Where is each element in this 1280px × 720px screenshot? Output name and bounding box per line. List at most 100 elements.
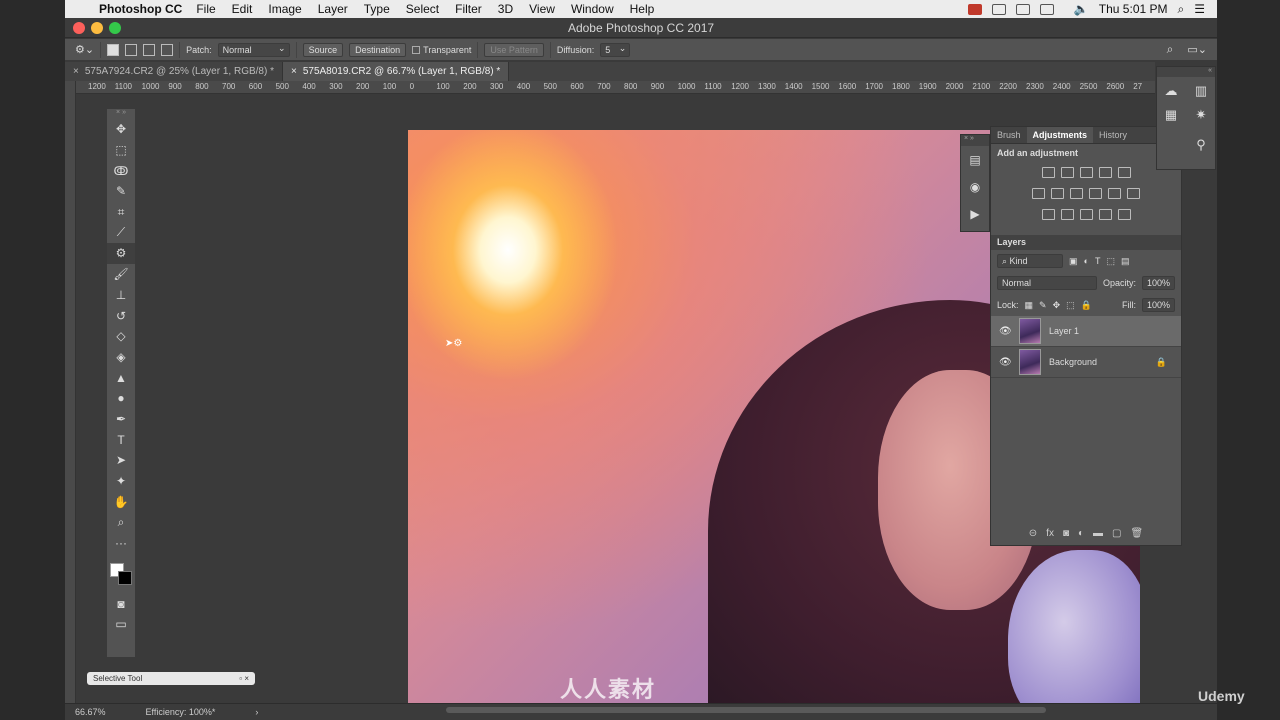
new-selection-icon[interactable] (107, 43, 120, 56)
screen-mode-icon[interactable]: ▭ (107, 614, 135, 635)
opacity-field[interactable]: 100% (1141, 276, 1175, 290)
clone-stamp-tool-icon[interactable]: ⊥ (107, 285, 135, 306)
selective-tool-bubble[interactable]: Selective Tool ▫ × (87, 672, 255, 685)
libraries-icon[interactable]: ☁ (1161, 81, 1181, 101)
tab-document-2[interactable]: × 575A8019.CR2 @ 66.7% (Layer 1, RGB/8) * (282, 62, 510, 81)
patch-tool-preset-icon[interactable]: ⚙⌄ (75, 43, 94, 56)
patch-mode-select[interactable]: Normal (217, 42, 290, 57)
intersect-selection-icon[interactable] (161, 43, 174, 56)
black-white-icon[interactable] (1070, 188, 1083, 199)
selective-color-icon[interactable] (1098, 209, 1112, 220)
filter-shape-icon[interactable]: ⬚ (1106, 256, 1115, 267)
filter-smart-object-icon[interactable]: ▤ (1121, 256, 1130, 267)
paint-bucket-tool-icon[interactable]: ◈ (107, 347, 135, 368)
volume-icon[interactable]: 🔈 (1074, 2, 1089, 16)
destination-button[interactable]: Destination (349, 42, 407, 57)
quick-selection-tool-icon[interactable]: ✎ (107, 181, 135, 202)
filter-adjustment-icon[interactable]: ◐ (1084, 256, 1089, 266)
crop-tool-icon[interactable]: ⌗ (107, 202, 135, 223)
status-app-icon[interactable] (967, 3, 982, 15)
color-balance-icon[interactable] (1051, 188, 1064, 199)
screen-icon[interactable] (1015, 3, 1030, 15)
minimize-window-button[interactable] (91, 22, 103, 34)
gradient-map-icon[interactable] (1117, 209, 1131, 220)
zoom-tool-icon[interactable]: ⌕ (107, 512, 135, 533)
close-tab-icon[interactable]: × (73, 66, 79, 77)
quick-mask-icon[interactable]: ◙ (107, 593, 135, 614)
transparent-option[interactable]: Transparent (412, 45, 471, 55)
layer-name[interactable]: Background (1049, 357, 1097, 367)
eraser-tool-icon[interactable]: ◇ (107, 326, 135, 347)
zoom-window-button[interactable] (109, 22, 121, 34)
brush-tool-icon[interactable]: 🖌 (107, 264, 135, 285)
posterize-icon[interactable] (1060, 209, 1074, 220)
delete-layer-icon[interactable]: 🗑 (1131, 528, 1144, 539)
layer-row-layer-1[interactable]: 👁 Layer 1 (991, 316, 1181, 347)
hue-saturation-icon[interactable] (1032, 188, 1045, 199)
color-swatches[interactable] (107, 553, 135, 593)
source-button[interactable]: Source (302, 42, 344, 57)
grid-icon[interactable]: ▦ (1161, 105, 1181, 125)
menu-3d[interactable]: 3D (498, 2, 513, 16)
layer-name[interactable]: Layer 1 (1049, 326, 1079, 336)
add-mask-icon[interactable]: ◙ (1063, 528, 1069, 539)
panel-grip[interactable]: × » (107, 109, 135, 119)
panel-header[interactable]: × » (961, 135, 989, 146)
close-tab-icon[interactable]: × (291, 66, 297, 77)
fill-field[interactable]: 100% (1141, 298, 1175, 312)
move-tool-icon[interactable]: ✥ (107, 119, 135, 140)
lock-transparent-icon[interactable]: ▦ (1025, 300, 1034, 311)
history-brush-tool-icon[interactable]: ↺ (107, 305, 135, 326)
blend-mode-select[interactable]: Normal (997, 276, 1097, 290)
horizontal-scrollbar[interactable] (446, 707, 1046, 713)
workspace-icon[interactable]: ▭⌄ (1187, 43, 1207, 56)
lock-image-icon[interactable]: ✎ (1039, 300, 1047, 311)
efficiency-readout[interactable]: Efficiency: 100%* (146, 707, 216, 717)
filter-type-icon[interactable]: T (1095, 256, 1101, 266)
pen-tool-icon[interactable]: ✒ (107, 409, 135, 430)
new-adjustment-layer-icon[interactable]: ◐ (1078, 528, 1084, 539)
add-selection-icon[interactable] (125, 43, 138, 56)
zoom-level[interactable]: 66.67% (75, 707, 106, 717)
use-pattern-button[interactable]: Use Pattern (484, 42, 544, 57)
layer-filter-select[interactable]: ⌕ Kind (997, 254, 1063, 268)
new-group-icon[interactable]: ▬ (1093, 528, 1103, 539)
shape-tool-icon[interactable]: ✦ (107, 471, 135, 492)
more-tools-icon[interactable]: ··· (107, 533, 135, 554)
vibrance-icon[interactable] (1117, 167, 1131, 178)
menu-layer[interactable]: Layer (318, 2, 348, 16)
type-tool-icon[interactable]: T (107, 429, 135, 450)
background-color-swatch[interactable] (118, 571, 132, 586)
menu-view[interactable]: View (529, 2, 555, 16)
menu-list-icon[interactable]: ☰ (1194, 2, 1205, 16)
visibility-eye-icon[interactable]: 👁 (999, 326, 1012, 337)
creative-cloud-icon[interactable] (991, 3, 1006, 15)
status-arrow-icon[interactable]: › (255, 707, 258, 717)
patch-tool-icon[interactable]: ⚙ (107, 243, 135, 264)
lock-artboard-icon[interactable]: ⬚ (1066, 300, 1075, 311)
filter-pixel-icon[interactable]: ▣ (1069, 256, 1078, 267)
layer-style-fx-icon[interactable]: fx (1046, 528, 1054, 539)
menu-file[interactable]: File (196, 2, 215, 16)
lock-all-icon[interactable]: 🔒 (1081, 300, 1092, 311)
lasso-tool-icon[interactable]: ↂ (107, 160, 135, 181)
tab-history[interactable]: History (1093, 127, 1133, 143)
menu-help[interactable]: Help (630, 2, 655, 16)
close-bubble-icon[interactable]: ▫ × (239, 672, 249, 685)
levels-icon[interactable] (1060, 167, 1074, 178)
people-icon[interactable]: ⚲ (1191, 135, 1211, 155)
lock-position-icon[interactable]: ✥ (1053, 300, 1061, 311)
properties-icon[interactable]: ▤ (961, 146, 989, 173)
tab-document-1[interactable]: × 575A7924.CR2 @ 25% (Layer 1, RGB/8) * (65, 62, 283, 81)
marquee-tool-icon[interactable]: ⬚ (107, 140, 135, 161)
swatches-icon[interactable]: ▥ (1191, 81, 1211, 101)
layer-row-background[interactable]: 👁 Background 🔒 (991, 347, 1181, 378)
new-layer-icon[interactable]: ▢ (1112, 528, 1121, 539)
hand-tool-icon[interactable]: ✋ (107, 491, 135, 512)
link-layers-icon[interactable]: ⊝ (1029, 528, 1037, 539)
search-icon[interactable]: ⌕ (1167, 42, 1174, 57)
navigator-icon[interactable]: ✷ (1191, 105, 1211, 125)
tab-brush[interactable]: Brush (991, 127, 1027, 143)
tab-adjustments[interactable]: Adjustments (1026, 127, 1094, 143)
menu-edit[interactable]: Edit (232, 2, 253, 16)
